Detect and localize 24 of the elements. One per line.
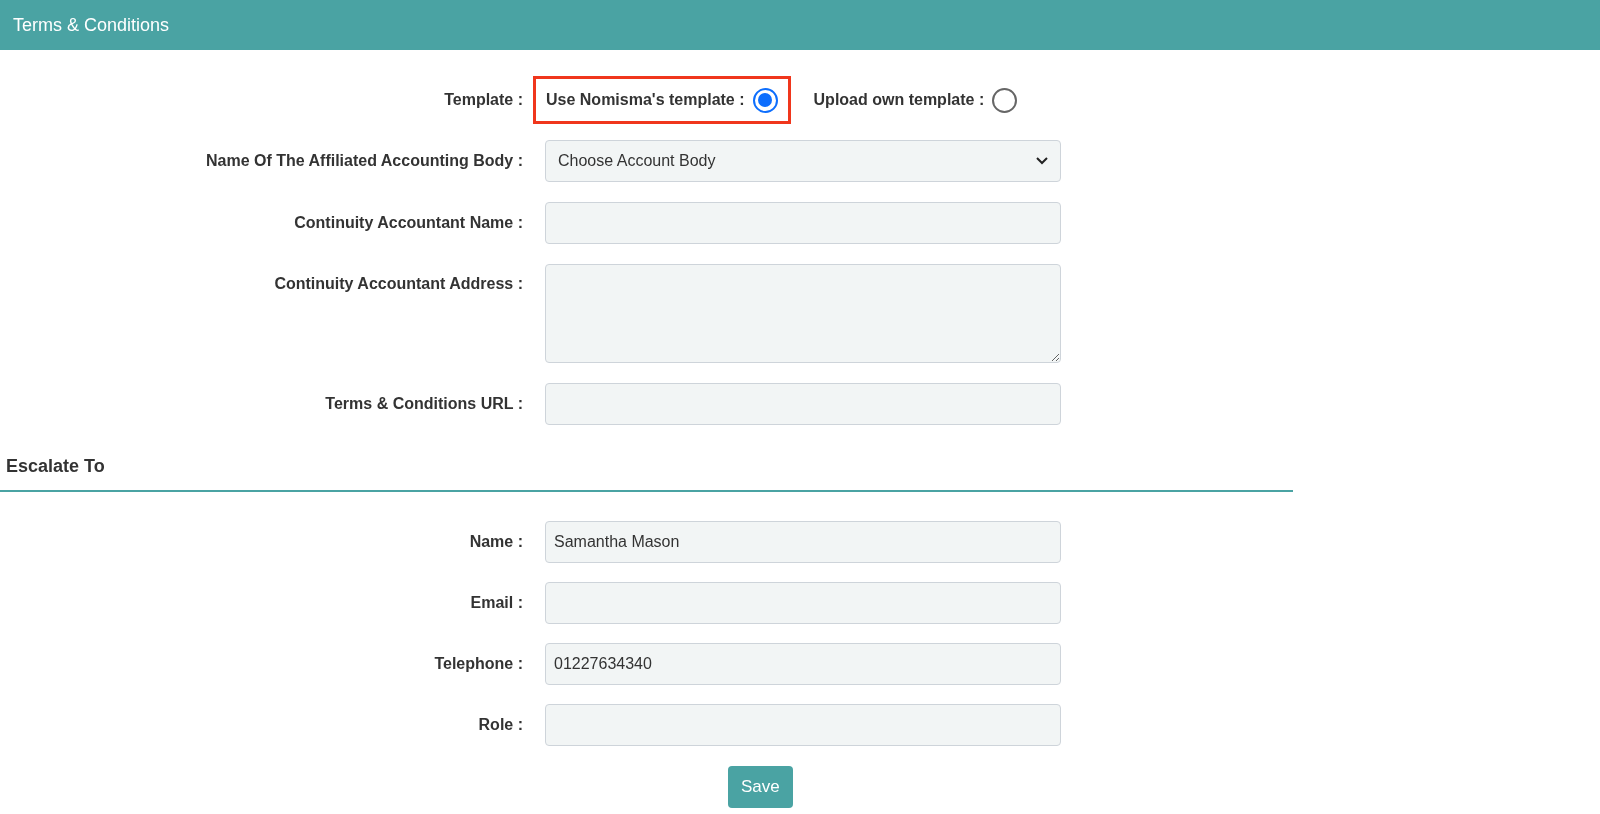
field-label: Telephone :	[433, 654, 523, 674]
option-label: Upload own template :	[813, 90, 985, 110]
input-field[interactable]: Samantha Mason	[545, 521, 1061, 563]
field-label: Email :	[469, 593, 523, 613]
field-label: Name Of The Affiliated Accounting Body :	[204, 151, 523, 171]
field-label: Name :	[468, 532, 523, 552]
section-title: Escalate To	[6, 456, 105, 476]
header-title: Terms & Conditions	[13, 13, 170, 37]
field-label: Role :	[477, 715, 523, 735]
account-body-select[interactable]: Choose Account Body	[545, 140, 1061, 182]
input-field[interactable]: 01227634340	[545, 643, 1061, 685]
option-label: Use Nomisma's template :	[546, 90, 745, 110]
chevron-down-icon	[1036, 157, 1048, 165]
field-label: Continuity Accountant Address :	[273, 274, 523, 294]
field-label: Template :	[443, 90, 523, 110]
input-field[interactable]	[545, 202, 1061, 244]
input-field[interactable]	[545, 704, 1061, 746]
field-label: Continuity Accountant Name :	[293, 213, 523, 233]
input-field[interactable]	[545, 582, 1061, 624]
field-label: Terms & Conditions URL :	[324, 394, 523, 414]
address-field[interactable]	[545, 264, 1061, 363]
radio-button[interactable]	[992, 87, 1018, 113]
radio-button[interactable]	[752, 87, 778, 113]
input-field[interactable]	[545, 383, 1061, 425]
